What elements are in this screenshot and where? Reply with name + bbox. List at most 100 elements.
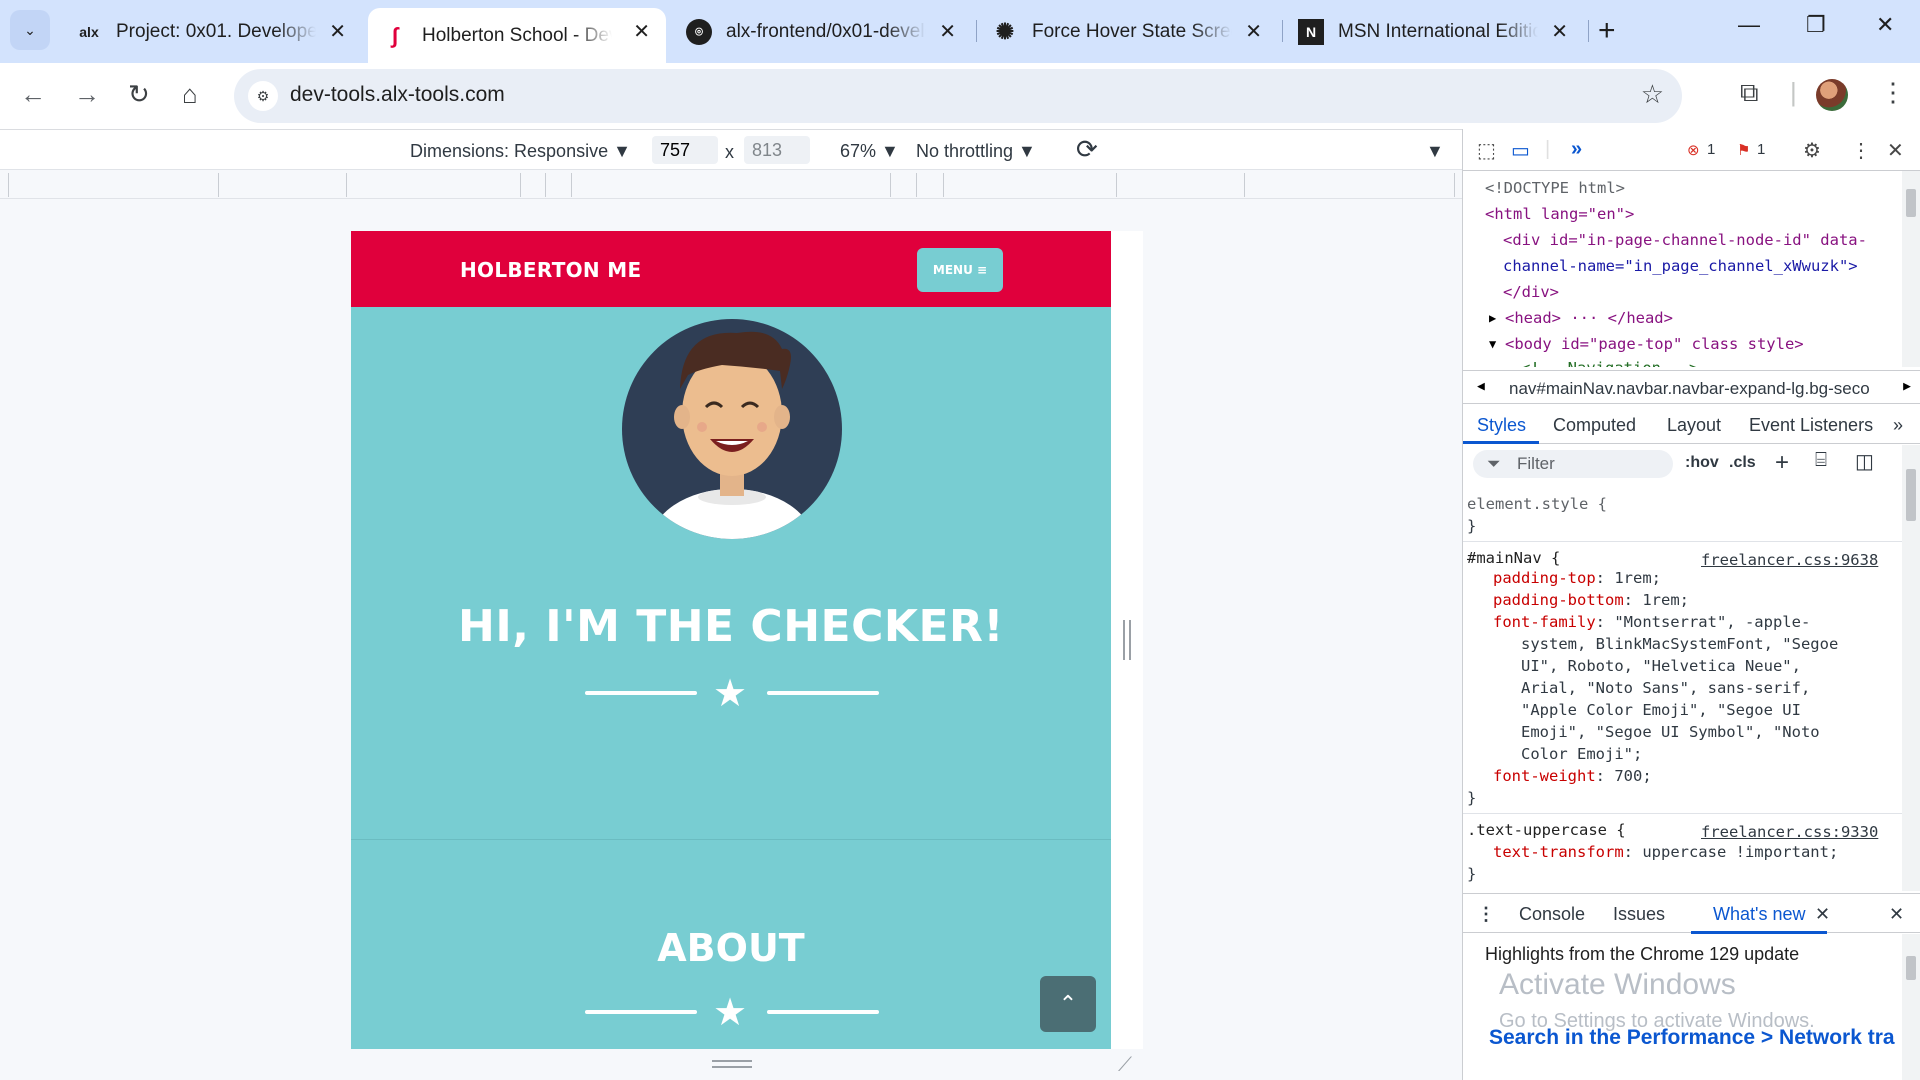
element-style-rule[interactable]: element.style {: [1467, 493, 1607, 515]
address-bar[interactable]: ⚙ dev-tools.alx-tools.com ☆: [234, 69, 1682, 123]
css-val-cont[interactable]: system, BlinkMacSystemFont, "Segoe: [1521, 633, 1838, 655]
site-brand[interactable]: HOLBERTON ME: [460, 258, 641, 282]
ruler-segment[interactable]: [1116, 173, 1117, 197]
tab-console[interactable]: Console: [1519, 904, 1585, 925]
dom-body-node[interactable]: <body id="page-top" class style>: [1505, 331, 1804, 357]
drawer-menu-icon[interactable]: ⋮: [1477, 904, 1495, 925]
ruler-segment[interactable]: [916, 173, 917, 197]
dom-div-node-cont[interactable]: channel-name="in_page_channel_xWwuzk">: [1503, 253, 1858, 279]
close-tab-icon[interactable]: ✕: [1551, 19, 1568, 44]
menu-button[interactable]: MENU ≡: [917, 248, 1003, 292]
viewport-resize-handle-right[interactable]: [1123, 620, 1131, 660]
collapse-triangle-icon[interactable]: ▼: [1489, 331, 1496, 357]
css-prop-padding-top[interactable]: padding-top: [1493, 569, 1596, 587]
tab-msn[interactable]: N MSN International Edition ✕: [1284, 8, 1584, 55]
css-prop-padding-bottom[interactable]: padding-bottom: [1493, 591, 1624, 609]
css-val[interactable]: : 700;: [1596, 767, 1652, 785]
kebab-menu-icon[interactable]: ⋮: [1880, 77, 1906, 108]
scroll-to-top-button[interactable]: ⌃: [1040, 976, 1096, 1032]
ruler-segment[interactable]: [1454, 173, 1455, 197]
tab-search-button[interactable]: ⌄: [10, 10, 50, 50]
site-info-icon[interactable]: ⚙: [248, 81, 278, 111]
css-val-cont[interactable]: UI", Roboto, "Helvetica Neue",: [1521, 655, 1801, 677]
close-tab-icon[interactable]: ✕: [329, 19, 346, 44]
more-panels-icon[interactable]: »: [1571, 138, 1582, 161]
mainnav-selector[interactable]: #mainNav {: [1467, 547, 1560, 569]
profile-avatar[interactable]: [1816, 79, 1848, 111]
ruler-segment[interactable]: [8, 173, 9, 197]
ruler-segment[interactable]: [571, 173, 572, 197]
ruler-segment[interactable]: [943, 173, 944, 197]
back-arrow-icon[interactable]: ←: [20, 79, 46, 110]
scrollbar-thumb[interactable]: [1906, 956, 1916, 980]
css-val[interactable]: : 1rem;: [1596, 569, 1661, 587]
css-prop-text-transform[interactable]: text-transform: [1493, 843, 1624, 861]
dom-div-node[interactable]: <div id="in-page-channel-node-id" data-: [1503, 227, 1867, 253]
ruler-segment[interactable]: [520, 173, 521, 197]
throttling-dropdown[interactable]: No throttling ▼: [916, 141, 1036, 162]
tab-event-listeners[interactable]: Event Listeners: [1749, 415, 1873, 436]
height-input[interactable]: 813: [744, 136, 810, 164]
tab-holberton-active[interactable]: ∫ Holberton School - Deve ✕: [368, 8, 666, 63]
css-val-cont[interactable]: "Apple Color Emoji", "Segoe UI: [1521, 699, 1801, 721]
devtools-kebab-icon[interactable]: ⋮: [1851, 138, 1871, 163]
breadcrumb-right-icon[interactable]: ▶: [1899, 377, 1915, 396]
inspect-element-icon[interactable]: ⬚: [1477, 138, 1496, 163]
restore-icon[interactable]: ❐: [1806, 12, 1826, 38]
tab-github[interactable]: ⌾ alx-frontend/0x01-develo ✕: [672, 8, 972, 55]
close-tab-icon[interactable]: ✕: [939, 19, 956, 44]
error-icon[interactable]: ⊗: [1687, 141, 1700, 159]
ruler-segment[interactable]: [890, 173, 891, 197]
minimize-icon[interactable]: —: [1738, 12, 1760, 38]
settings-gear-icon[interactable]: ⚙: [1803, 138, 1821, 163]
dom-scrollbar[interactable]: [1902, 171, 1920, 367]
issue-count[interactable]: 1: [1757, 141, 1765, 158]
css-val-cont[interactable]: Arial, "Noto Sans", sans-serif,: [1521, 677, 1810, 699]
css-val[interactable]: : "Montserrat", -apple-: [1596, 613, 1811, 631]
css-val[interactable]: : uppercase !important;: [1624, 843, 1839, 861]
viewport-resize-corner-icon[interactable]: ⟋: [1118, 1054, 1132, 1077]
width-input[interactable]: 757: [652, 136, 718, 164]
new-tab-button[interactable]: +: [1598, 14, 1616, 48]
extensions-puzzle-icon[interactable]: ⧉: [1740, 77, 1759, 109]
new-rule-icon[interactable]: +: [1775, 449, 1789, 477]
more-subtabs-icon[interactable]: »: [1893, 415, 1903, 436]
expand-triangle-icon[interactable]: ▶: [1489, 305, 1496, 331]
class-toggle[interactable]: .cls: [1729, 454, 1756, 472]
css-prop-font-weight[interactable]: font-weight: [1493, 767, 1596, 785]
hover-state-toggle[interactable]: :hov: [1685, 454, 1719, 472]
css-val-cont[interactable]: Emoji", "Segoe UI Symbol", "Noto: [1521, 721, 1820, 743]
scrollbar-thumb[interactable]: [1906, 189, 1916, 217]
close-drawer-icon[interactable]: ✕: [1889, 904, 1904, 925]
ruler-segment[interactable]: [1244, 173, 1245, 197]
dom-head-node[interactable]: <head> ··· </head>: [1505, 305, 1673, 331]
device-toggle-icon[interactable]: ▭: [1511, 138, 1530, 163]
css-prop-font-family[interactable]: font-family: [1493, 613, 1596, 631]
dom-html-node[interactable]: <html lang="en">: [1485, 201, 1634, 227]
dom-div-close[interactable]: </div>: [1503, 279, 1559, 305]
close-tab-icon[interactable]: ✕: [1245, 19, 1262, 44]
css-val-cont[interactable]: Color Emoji";: [1521, 743, 1642, 765]
scrollbar-thumb[interactable]: [1906, 469, 1916, 521]
tab-issues[interactable]: Issues: [1613, 904, 1665, 925]
whats-new-feature-link[interactable]: Search in the Performance > Network tra: [1489, 1026, 1895, 1050]
text-uppercase-selector[interactable]: .text-uppercase {: [1467, 819, 1626, 841]
tab-force-hover[interactable]: ✺ Force Hover State Screen ✕: [978, 8, 1278, 55]
close-whats-new-icon[interactable]: ✕: [1815, 904, 1830, 925]
close-window-icon[interactable]: ✕: [1876, 12, 1894, 38]
device-toolbar-more[interactable]: ▼: [1426, 141, 1444, 162]
url-text[interactable]: dev-tools.alx-tools.com: [290, 83, 505, 107]
text-uppercase-source-link[interactable]: freelancer.css:9330: [1701, 821, 1878, 843]
reload-icon[interactable]: ↻: [128, 79, 150, 110]
forward-arrow-icon[interactable]: →: [74, 79, 100, 110]
tab-alx-project[interactable]: alx Project: 0x01. Developer t ✕: [62, 8, 362, 55]
tab-layout[interactable]: Layout: [1667, 415, 1721, 436]
css-val[interactable]: : 1rem;: [1624, 591, 1689, 609]
paint-brush-icon[interactable]: ⌸: [1815, 449, 1827, 472]
error-count[interactable]: 1: [1707, 141, 1715, 158]
close-devtools-icon[interactable]: ✕: [1887, 138, 1904, 163]
breadcrumb-left-icon[interactable]: ◀: [1477, 379, 1485, 394]
rotate-icon[interactable]: ⟳: [1076, 134, 1098, 165]
issue-flag-icon[interactable]: ⚑: [1737, 141, 1750, 159]
zoom-dropdown[interactable]: 67% ▼: [840, 141, 899, 162]
